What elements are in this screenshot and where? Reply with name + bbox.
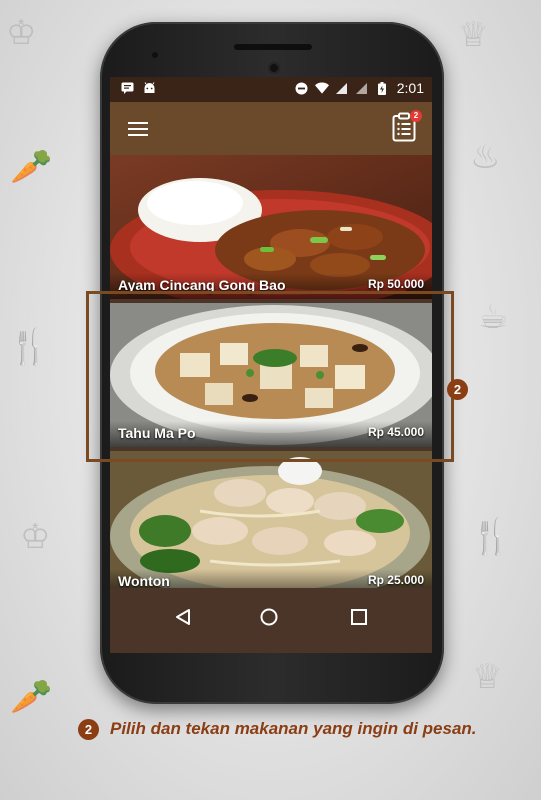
menu-item-name: Wonton <box>118 573 170 588</box>
signal-icon <box>355 81 369 95</box>
battery-icon <box>375 81 389 95</box>
phone-speaker <box>234 44 312 50</box>
background-doodle-icon: 🥕 <box>10 147 53 187</box>
instruction-step-badge: 2 <box>78 719 99 740</box>
callout-step-badge: 2 <box>447 379 468 400</box>
status-bar: 2:01 <box>110 77 432 102</box>
app-bar: 2 <box>110 102 432 155</box>
phone-sensor <box>152 52 158 58</box>
menu-item-card[interactable]: Ayam Cincang Gong Bao Rp 50.000 <box>110 155 432 299</box>
background-doodle-icon: 🍴 <box>8 327 51 367</box>
orders-button[interactable]: 2 <box>392 110 422 144</box>
home-icon[interactable] <box>260 608 278 631</box>
wifi-icon <box>314 81 329 95</box>
navigation-bar <box>110 588 432 653</box>
menu-item-price: Rp 50.000 <box>367 277 424 291</box>
menu-item-price: Rp 25.000 <box>367 573 424 587</box>
background-doodle-icon: 🍴 <box>470 517 513 557</box>
background-doodle-icon: ♕ <box>472 657 503 697</box>
instruction-text: Pilih dan tekan makanan yang ingin di pe… <box>110 719 477 738</box>
message-icon <box>120 81 134 95</box>
menu-item-card[interactable]: Wonton Rp 25.000 <box>110 451 432 588</box>
dnd-icon <box>295 81 309 95</box>
background-doodle-icon: ♕ <box>458 15 489 55</box>
signal-icon <box>335 81 349 95</box>
recents-icon[interactable] <box>350 608 368 631</box>
hamburger-icon[interactable] <box>128 122 148 136</box>
android-icon <box>142 81 156 95</box>
orders-badge: 2 <box>410 110 422 122</box>
background-doodle-icon: ♨ <box>470 137 501 177</box>
phone-camera <box>268 62 280 74</box>
background-doodle-icon: ♔ <box>20 517 51 557</box>
back-icon[interactable] <box>174 608 192 631</box>
status-time: 2:01 <box>396 80 424 96</box>
tutorial-highlight-box <box>86 291 454 462</box>
food-photo <box>110 451 432 588</box>
background-doodle-icon: 🥕 <box>10 677 53 717</box>
background-doodle-icon: ♔ <box>6 13 37 53</box>
background-doodle-icon: ☕ <box>478 297 509 337</box>
